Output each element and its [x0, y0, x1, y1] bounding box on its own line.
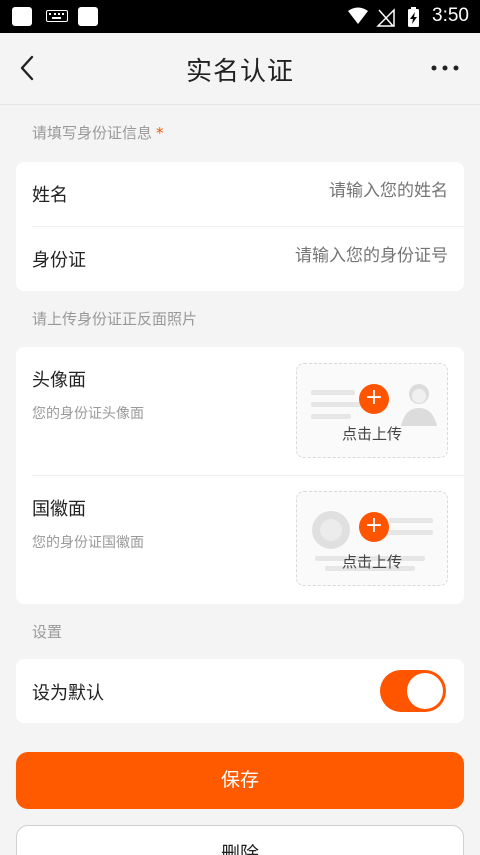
required-mark: * [156, 124, 164, 142]
back-photo-row: 国徽面 您的身份证国徽面 + 点击上传 [16, 476, 464, 604]
wifi-icon [348, 7, 368, 24]
id-number-row: 身份证 [16, 227, 464, 291]
front-photo-upload[interactable]: + 点击上传 [296, 363, 448, 458]
front-photo-title: 头像面 [32, 370, 86, 391]
name-input[interactable] [188, 181, 448, 201]
status-bar: 3:50 [0, 0, 480, 33]
toggle-knob [407, 673, 443, 709]
section-label-text: 请填写身份证信息 [32, 124, 153, 142]
nav-header: 实名认证 [0, 33, 480, 105]
photo-upload-card: 头像面 您的身份证头像面 + 点击上传 国徽面 您的身份证国徽面 + 点击上传 [16, 347, 464, 604]
id-number-label: 身份证 [32, 250, 86, 271]
save-button[interactable]: 保存 [16, 752, 464, 809]
front-photo-subtitle: 您的身份证头像面 [32, 406, 144, 422]
back-photo-title: 国徽面 [32, 499, 86, 520]
front-photo-row: 头像面 您的身份证头像面 + 点击上传 [16, 347, 464, 475]
set-default-label: 设为默认 [32, 683, 104, 704]
back-photo-upload[interactable]: + 点击上传 [296, 491, 448, 586]
delete-button[interactable]: 删除 [16, 825, 464, 855]
id-info-card: 姓名 身份证 [16, 162, 464, 291]
upload-label: 点击上传 [341, 553, 402, 571]
add-icon[interactable]: + [359, 512, 389, 542]
section-label-photos: 请上传身份证正反面照片 [32, 310, 198, 328]
status-time: 3:50 [432, 5, 469, 26]
id-number-input[interactable] [188, 246, 448, 266]
more-icon[interactable] [430, 57, 460, 79]
name-row: 姓名 [16, 162, 464, 226]
back-photo-subtitle: 您的身份证国徽面 [32, 535, 144, 551]
status-icons [348, 7, 419, 27]
section-label-settings: 设置 [32, 623, 63, 641]
name-label: 姓名 [32, 185, 68, 206]
add-icon[interactable]: + [359, 384, 389, 414]
notification-icon [78, 7, 98, 26]
section-label-id-info: 请填写身份证信息 * [32, 122, 164, 143]
settings-card: 设为默认 [16, 659, 464, 723]
keyboard-icon [46, 10, 68, 22]
set-default-toggle[interactable] [380, 670, 446, 712]
page-title: 实名认证 [185, 57, 294, 87]
upload-label: 点击上传 [341, 425, 402, 443]
notification-icon [12, 7, 32, 26]
